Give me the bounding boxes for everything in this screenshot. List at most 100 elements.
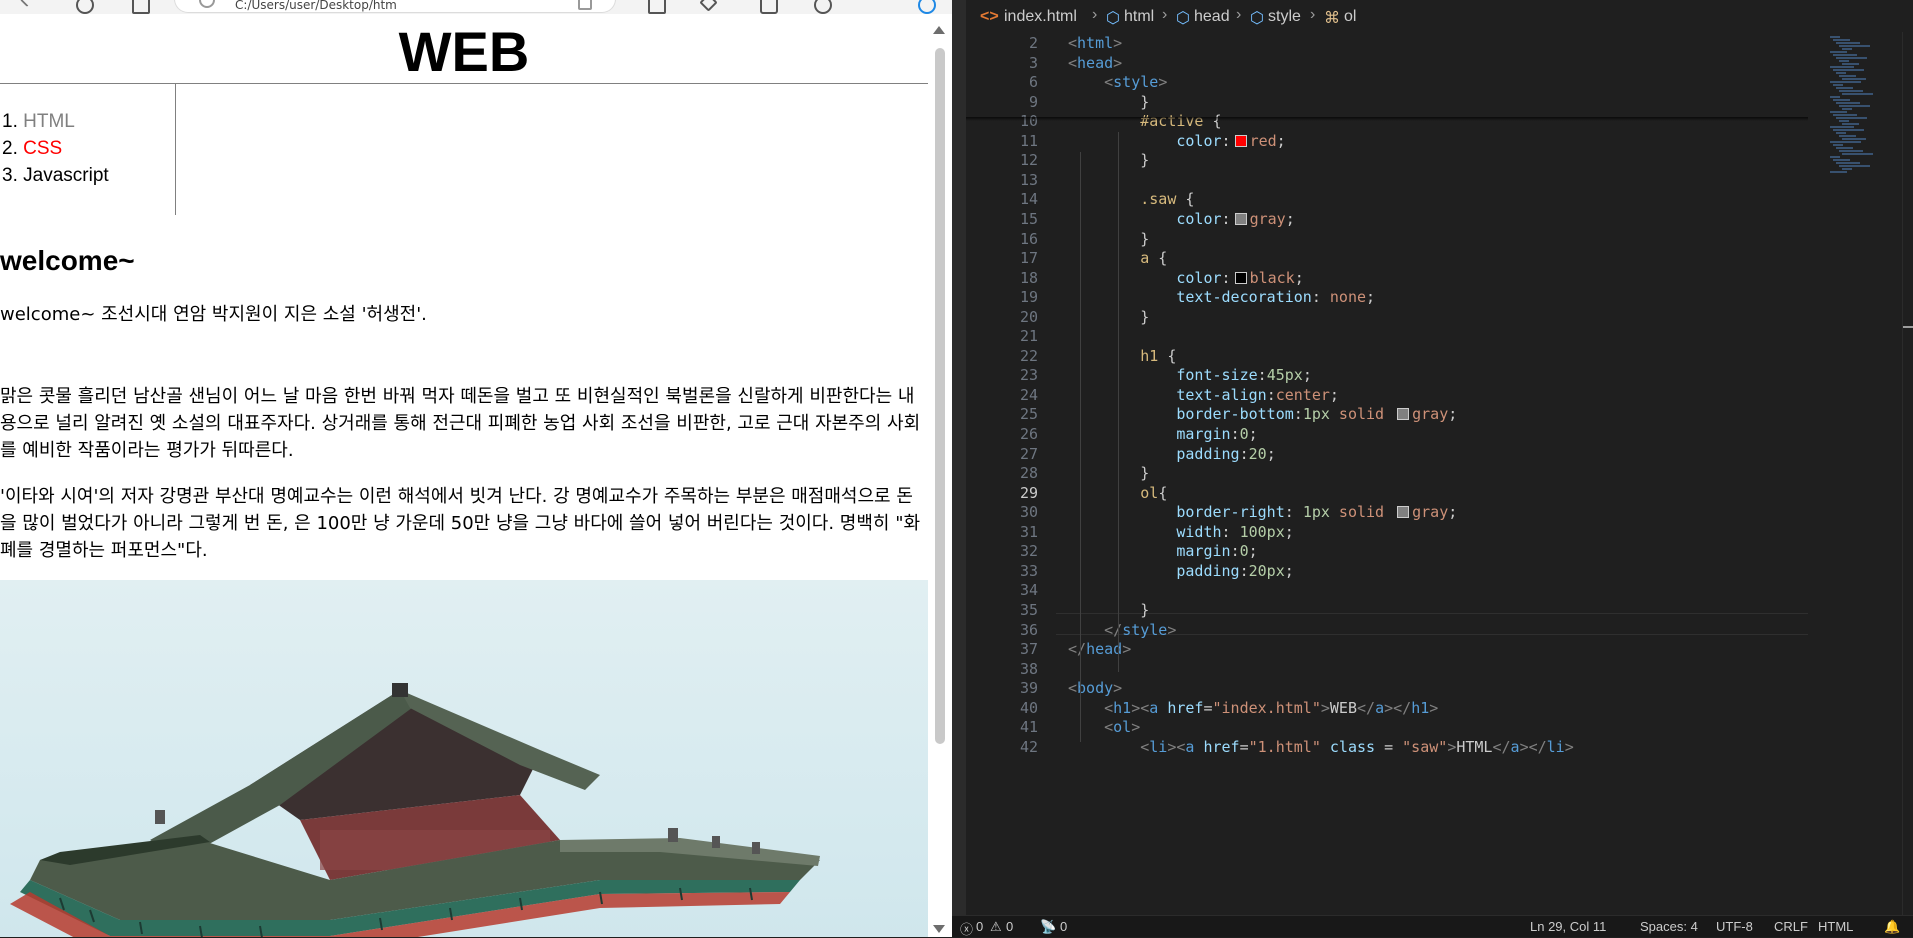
code-line[interactable]: font-size:45px; (1068, 366, 1311, 384)
code-line[interactable]: <style> (1068, 73, 1167, 91)
ports-icon[interactable]: 📡 (1040, 919, 1056, 935)
code-line[interactable]: color: red; (1068, 132, 1285, 150)
tabs-icon[interactable] (132, 0, 150, 14)
ports-count[interactable]: 0 (1060, 919, 1067, 934)
line-number[interactable]: 6 (966, 73, 1038, 91)
line-number[interactable]: 40 (966, 699, 1038, 717)
home-link[interactable]: WEB (399, 20, 530, 83)
code-line[interactable]: <body> (1068, 679, 1122, 697)
line-endings[interactable]: CRLF (1774, 919, 1808, 934)
line-number[interactable]: 15 (966, 210, 1038, 228)
code-line[interactable]: padding:20; (1068, 445, 1275, 463)
code-line[interactable]: text-decoration: none; (1068, 288, 1375, 306)
code-line[interactable]: h1 { (1068, 347, 1176, 365)
nav-link-html[interactable]: HTML (23, 111, 75, 132)
reload-icon[interactable] (76, 0, 94, 14)
line-number[interactable]: 38 (966, 660, 1038, 678)
color-swatch[interactable] (1234, 212, 1247, 225)
collections-icon[interactable] (760, 0, 778, 14)
breadcrumb-file[interactable]: index.html (1004, 8, 1077, 26)
line-number[interactable]: 27 (966, 445, 1038, 463)
code-editor[interactable]: 2 <html> 3 <head> 6 <style> 9 } 10 #active {11… (966, 32, 1913, 927)
scrollbar-thumb[interactable] (935, 48, 945, 744)
line-number[interactable]: 2 (966, 34, 1038, 52)
split-screen-icon[interactable] (648, 0, 666, 14)
line-number[interactable]: 28 (966, 464, 1038, 482)
minimap[interactable] (1822, 32, 1902, 927)
color-swatch[interactable] (1397, 408, 1410, 421)
code-line[interactable]: color: black; (1068, 269, 1303, 287)
code-line[interactable]: </head> (1068, 640, 1131, 658)
code-line[interactable]: text-align:center; (1068, 386, 1339, 404)
cursor-position[interactable]: Ln 29, Col 11 (1530, 919, 1606, 934)
line-number[interactable]: 21 (966, 327, 1038, 345)
errors-icon[interactable]: ⓧ (960, 919, 973, 938)
line-number[interactable]: 10 (966, 112, 1038, 130)
line-number[interactable]: 18 (966, 269, 1038, 287)
code-line[interactable]: </style> (1068, 621, 1176, 639)
line-number[interactable]: 30 (966, 503, 1038, 521)
line-number[interactable]: 25 (966, 405, 1038, 423)
breadcrumb-style[interactable]: style (1268, 8, 1301, 26)
line-number[interactable]: 23 (966, 366, 1038, 384)
line-number[interactable]: 17 (966, 249, 1038, 267)
line-number[interactable]: 3 (966, 54, 1038, 72)
line-number[interactable]: 11 (966, 132, 1038, 150)
back-icon[interactable] (19, 0, 35, 8)
favorite-star-icon[interactable] (578, 0, 592, 10)
code-line[interactable]: border-bottom:1px solid gray; (1068, 405, 1457, 423)
line-number[interactable]: 9 (966, 93, 1038, 111)
editor-scrollbar[interactable] (1902, 32, 1913, 927)
code-line[interactable]: <html> (1068, 34, 1122, 52)
code-line[interactable]: margin:0; (1068, 542, 1257, 560)
code-line[interactable]: border-right: 1px solid gray; (1068, 503, 1457, 521)
line-number[interactable]: 33 (966, 562, 1038, 580)
line-number[interactable]: 22 (966, 347, 1038, 365)
indentation[interactable]: Spaces: 4 (1640, 919, 1698, 934)
scroll-down-arrow-icon[interactable] (933, 925, 945, 933)
code-line[interactable]: <li><a href="1.html" class = "saw">HTML<… (1068, 738, 1574, 756)
line-number[interactable]: 34 (966, 581, 1038, 599)
scroll-up-arrow-icon[interactable] (933, 26, 945, 34)
code-line[interactable]: <head> (1068, 54, 1122, 72)
encoding[interactable]: UTF-8 (1716, 919, 1753, 934)
line-number[interactable]: 26 (966, 425, 1038, 443)
code-line[interactable]: <h1><a href="index.html">WEB</a></h1> (1068, 699, 1438, 717)
line-number[interactable]: 16 (966, 230, 1038, 248)
breadcrumb-head[interactable]: head (1194, 8, 1230, 26)
line-number[interactable]: 42 (966, 738, 1038, 756)
line-number[interactable]: 20 (966, 308, 1038, 326)
line-number[interactable]: 31 (966, 523, 1038, 541)
code-line[interactable]: .saw { (1068, 190, 1194, 208)
line-number[interactable]: 41 (966, 718, 1038, 736)
color-swatch[interactable] (1234, 134, 1247, 147)
color-swatch[interactable] (1397, 506, 1410, 519)
line-number[interactable]: 29 (966, 484, 1038, 502)
line-number[interactable]: 37 (966, 640, 1038, 658)
errors-count[interactable]: 0 (976, 919, 983, 934)
code-line[interactable]: #active { (1068, 112, 1221, 130)
breadcrumb-ol[interactable]: ol (1344, 8, 1356, 26)
breadcrumb-html[interactable]: html (1124, 8, 1154, 26)
color-swatch[interactable] (1234, 271, 1247, 284)
nav-link-javascript[interactable]: Javascript (23, 165, 109, 186)
code-line[interactable]: <ol> (1068, 718, 1140, 736)
code-line[interactable]: width: 100px; (1068, 523, 1293, 541)
language-mode[interactable]: HTML (1818, 919, 1853, 934)
notifications-bell-icon[interactable]: 🔔 (1884, 919, 1900, 935)
line-number[interactable]: 14 (966, 190, 1038, 208)
warnings-count[interactable]: 0 (1006, 919, 1013, 934)
line-number[interactable]: 12 (966, 151, 1038, 169)
line-number[interactable]: 39 (966, 679, 1038, 697)
nav-link-css[interactable]: CSS (23, 138, 62, 159)
line-number[interactable]: 19 (966, 288, 1038, 306)
profile-icon[interactable] (814, 0, 832, 14)
line-number[interactable]: 35 (966, 601, 1038, 619)
code-line[interactable]: color: gray; (1068, 210, 1294, 228)
line-number[interactable]: 32 (966, 542, 1038, 560)
warnings-icon[interactable]: ⚠ (990, 919, 1002, 935)
line-number[interactable]: 13 (966, 171, 1038, 189)
copilot-icon[interactable] (918, 0, 936, 14)
code-line[interactable]: margin:0; (1068, 425, 1257, 443)
extensions-icon[interactable] (699, 0, 718, 12)
